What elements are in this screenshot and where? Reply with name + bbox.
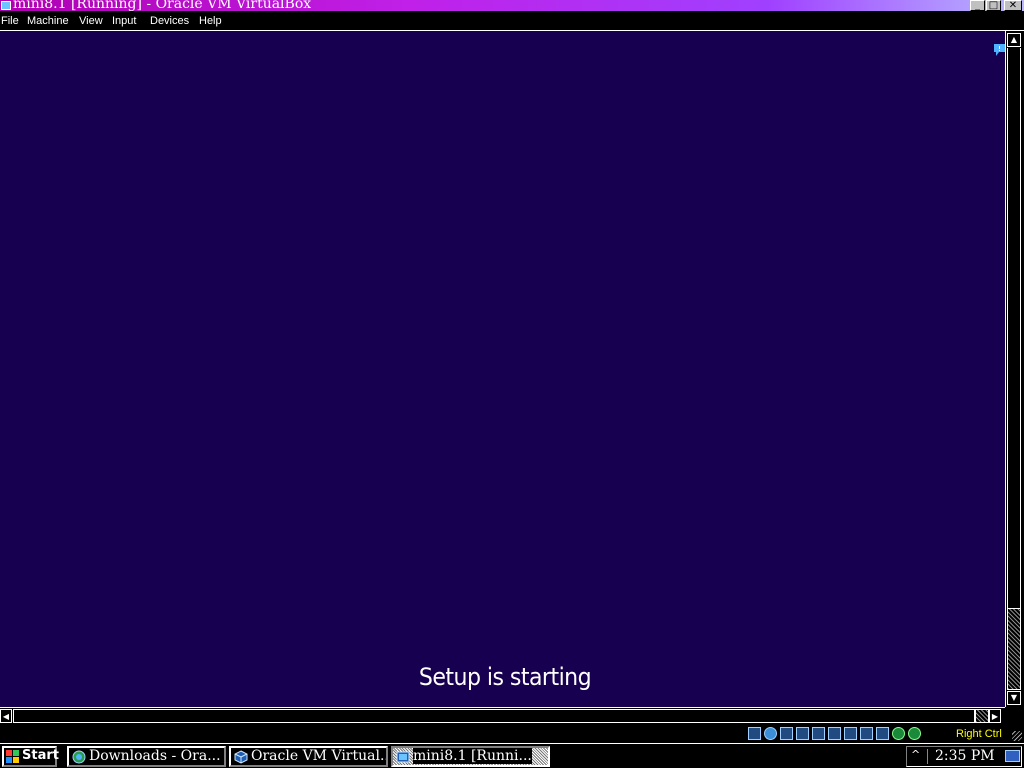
optical-drive-icon[interactable]: [764, 727, 777, 740]
vertical-scroll-thumb[interactable]: [1007, 608, 1021, 690]
virtualbox-app-icon: [1, 1, 11, 10]
menu-file[interactable]: File: [1, 15, 19, 27]
close-button[interactable]: ✕: [1004, 0, 1022, 11]
menu-view[interactable]: View: [79, 15, 103, 27]
scroll-down-button[interactable]: ▼: [1007, 691, 1021, 705]
maximize-button[interactable]: □: [986, 0, 1001, 11]
menu-machine[interactable]: Machine: [27, 15, 69, 27]
audio-icon[interactable]: [780, 727, 793, 740]
usb-icon[interactable]: [812, 727, 825, 740]
video-capture-icon[interactable]: [860, 727, 873, 740]
notification-icon[interactable]: [994, 44, 1005, 56]
taskbar-clock[interactable]: 2:35 PM: [935, 748, 995, 765]
host-key-label: Right Ctrl: [956, 728, 1002, 740]
hard-disk-icon[interactable]: [748, 727, 761, 740]
mouse-integration-icon[interactable]: [892, 727, 905, 740]
taskbar-button-downloads[interactable]: Downloads - Ora...: [67, 746, 226, 767]
menu-devices[interactable]: Devices: [150, 15, 189, 27]
window-title-bar[interactable]: mini8.1 [Running] - Oracle VM VirtualBox…: [0, 0, 1024, 11]
taskbar-button-virtualbox-manager[interactable]: Oracle VM Virtual...: [229, 746, 388, 767]
horizontal-scroll-thumb[interactable]: [975, 709, 989, 723]
vertical-scroll-track[interactable]: [1007, 48, 1021, 608]
taskbar-button-label: Downloads - Ora...: [89, 748, 221, 764]
virtualbox-icon: [234, 750, 248, 764]
setup-status-text: Setup is starting: [418, 663, 592, 691]
start-button[interactable]: Start: [2, 746, 59, 767]
windows-logo-icon: [6, 750, 19, 763]
system-tray: ^ 2:35 PM: [906, 746, 1022, 767]
taskbar-button-mini81-vm[interactable]: mini8.1 [Runni...: [391, 746, 550, 767]
minimize-button[interactable]: _: [970, 0, 985, 11]
vm-window-icon: [396, 751, 410, 763]
scroll-up-button[interactable]: ▲: [1007, 33, 1021, 47]
network-icon[interactable]: [796, 727, 809, 740]
horizontal-scrollbar[interactable]: ◀ ▶: [0, 707, 1005, 723]
vm-display[interactable]: Setup is starting: [0, 31, 1005, 707]
show-hidden-icons-button[interactable]: ^: [911, 748, 920, 761]
keyboard-capture-icon[interactable]: [908, 727, 921, 740]
taskbar-button-label: Oracle VM Virtual...: [251, 748, 388, 764]
scroll-left-button[interactable]: ◀: [0, 709, 12, 723]
shared-folders-icon[interactable]: [828, 727, 841, 740]
virtualization-icon[interactable]: [876, 727, 889, 740]
window-title: mini8.1 [Running] - Oracle VM VirtualBox: [13, 0, 312, 11]
status-icons: [748, 727, 921, 741]
menu-bar: File Machine View Input Devices Help: [0, 11, 1024, 31]
browser-icon: [72, 750, 86, 764]
horizontal-scroll-track[interactable]: [13, 709, 975, 723]
vm-status-bar: Right Ctrl: [0, 723, 1024, 743]
vertical-scrollbar[interactable]: ▲ ▼: [1005, 31, 1021, 707]
windows-taskbar: Start Downloads - Ora... Oracle VM Virtu…: [0, 743, 1024, 768]
taskbar-button-label: mini8.1 [Runni...: [413, 748, 532, 764]
scroll-right-button[interactable]: ▶: [989, 709, 1001, 723]
start-label: Start: [22, 748, 59, 763]
show-desktop-icon[interactable]: [1005, 750, 1020, 762]
menu-input[interactable]: Input: [112, 15, 136, 27]
resize-grip[interactable]: [1012, 731, 1022, 741]
tray-divider: [927, 749, 928, 764]
display-icon[interactable]: [844, 727, 857, 740]
menu-help[interactable]: Help: [199, 15, 222, 27]
